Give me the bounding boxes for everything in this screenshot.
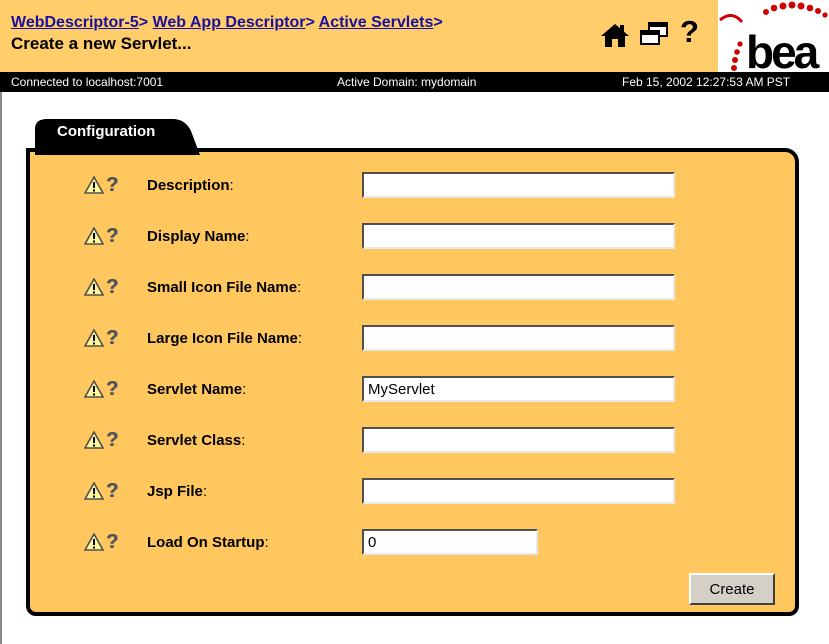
field-icons: ? [84, 532, 118, 552]
warning-icon [84, 176, 104, 194]
create-button[interactable]: Create [689, 573, 775, 605]
servlet-name-field[interactable] [362, 376, 675, 402]
field-icons: ? [84, 277, 118, 297]
servlet-name-label: Servlet Name: [147, 381, 247, 398]
load-on-startup-field[interactable] [362, 529, 538, 555]
small-icon-file-name-field[interactable] [362, 274, 675, 300]
label-colon: : [202, 483, 208, 500]
help-icon[interactable]: ? [106, 481, 118, 501]
help-icon[interactable]: ? [106, 379, 118, 399]
warning-icon [84, 278, 104, 296]
jsp-file-label: Jsp File: [147, 483, 208, 500]
tab-configuration[interactable]: Configuration [57, 123, 155, 140]
description-field[interactable] [362, 172, 675, 198]
servlet-class-field[interactable] [362, 427, 675, 453]
breadcrumb-separator: > [433, 14, 443, 31]
breadcrumb-separator: > [305, 14, 315, 31]
field-icons: ? [84, 328, 118, 348]
header: WebDescriptor-5> Web App Descriptor> Act… [0, 0, 829, 78]
warning-icon [84, 380, 104, 398]
warning-icon [84, 482, 104, 500]
field-icons: ? [84, 430, 118, 450]
help-icon[interactable]: ? [106, 175, 118, 195]
active-domain: Active Domain: mydomain [337, 75, 477, 89]
status-bar: Connected to localhost:7001 Active Domai… [0, 72, 829, 92]
left-border [0, 0, 2, 644]
label-colon: : [264, 534, 269, 551]
label-colon: : [297, 330, 303, 347]
breadcrumb-web-app-descriptor-link[interactable]: Web App Descriptor [153, 14, 306, 31]
label-colon: : [245, 228, 250, 245]
svg-text:bea: bea [746, 26, 820, 72]
home-icon[interactable] [600, 22, 630, 53]
large-icon-file-name-label: Large Icon File Name: [147, 330, 303, 347]
label-colon: : [297, 279, 302, 296]
breadcrumb-active-servlets-link[interactable]: Active Servlets [319, 14, 434, 31]
load-on-startup-label: Load On Startup: [147, 534, 269, 551]
description-label: Description: [147, 177, 234, 194]
small-icon-file-name-label: Small Icon File Name: [147, 279, 302, 296]
label-colon: : [241, 432, 246, 449]
large-icon-file-name-field[interactable] [362, 325, 675, 351]
page-title: Create a new Servlet... [11, 34, 192, 53]
bea-logo: bea [718, 0, 829, 78]
warning-icon [84, 227, 104, 245]
help-icon[interactable]: ? [106, 328, 118, 348]
warning-icon [84, 329, 104, 347]
servlet-class-label: Servlet Class: [147, 432, 246, 449]
help-icon[interactable]: ? [680, 16, 699, 47]
help-icon[interactable]: ? [106, 226, 118, 246]
window-icon[interactable] [639, 22, 669, 51]
display-name-label: Display Name: [147, 228, 250, 245]
field-icons: ? [84, 175, 118, 195]
warning-icon [84, 431, 104, 449]
field-icons: ? [84, 481, 118, 501]
label-colon: : [229, 177, 234, 194]
help-icon[interactable]: ? [106, 430, 118, 450]
label-colon: : [242, 381, 247, 398]
connection-status: Connected to localhost:7001 [11, 75, 164, 89]
help-icon[interactable]: ? [106, 277, 118, 297]
datetime: Feb 15, 2002 12:27:53 AM PST [622, 75, 791, 89]
field-icons: ? [84, 379, 118, 399]
warning-icon [84, 533, 104, 551]
jsp-file-field[interactable] [362, 478, 675, 504]
help-icon[interactable]: ? [106, 532, 118, 552]
breadcrumb-separator: > [138, 14, 149, 31]
field-icons: ? [84, 226, 118, 246]
display-name-field[interactable] [362, 223, 675, 249]
breadcrumb-webdescriptor-link[interactable]: WebDescriptor-5 [11, 14, 139, 31]
breadcrumb: WebDescriptor-5> Web App Descriptor> Act… [11, 14, 443, 32]
